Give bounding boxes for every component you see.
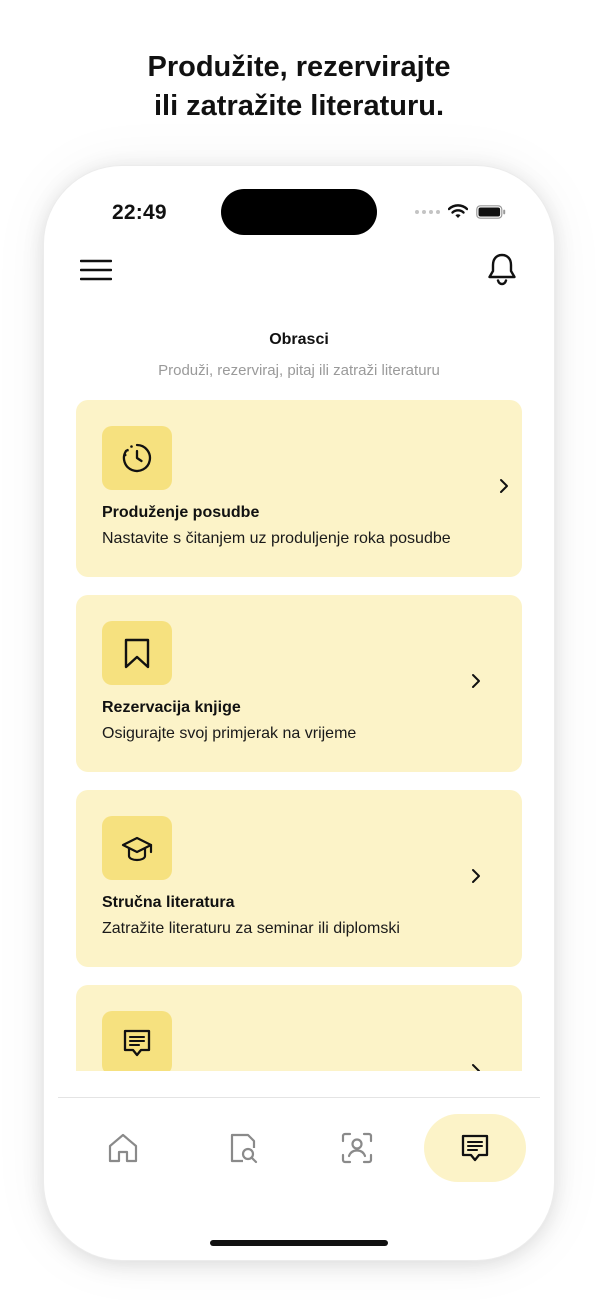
message-icon bbox=[123, 1029, 151, 1057]
notifications-button[interactable] bbox=[486, 252, 518, 286]
promo-headline: Produžite, rezervirajte ili zatražite li… bbox=[0, 48, 598, 126]
tab-forms[interactable] bbox=[424, 1114, 526, 1182]
card-book-reservation[interactable]: Rezervacija knjige Osigurajte svoj primj… bbox=[76, 595, 522, 772]
card-description: Nastavite s čitanjem uz produljenje roka… bbox=[102, 530, 451, 547]
message-icon bbox=[461, 1134, 489, 1162]
tab-scan-id[interactable] bbox=[306, 1114, 408, 1182]
card-icon-box bbox=[102, 621, 172, 685]
card-inquiry[interactable] bbox=[76, 985, 522, 1071]
phone-frame: 22:49 Obrasci Produži, rezerviraj, pitaj… bbox=[44, 166, 554, 1260]
chevron-right-icon bbox=[500, 479, 508, 493]
promo-headline-line-1: Produžite, rezervirajte bbox=[147, 51, 451, 83]
page-title: Obrasci bbox=[269, 331, 329, 348]
graduation-cap-icon bbox=[121, 836, 153, 862]
tab-bar-divider bbox=[58, 1097, 540, 1098]
signal-dots-icon bbox=[415, 209, 440, 214]
scan-person-icon bbox=[341, 1132, 373, 1164]
chevron-right-icon bbox=[472, 1064, 480, 1071]
battery-icon bbox=[476, 204, 506, 219]
status-time: 22:49 bbox=[112, 201, 167, 224]
chevron-right-icon bbox=[472, 674, 480, 688]
tab-home[interactable] bbox=[72, 1114, 174, 1182]
wifi-icon bbox=[448, 204, 468, 218]
card-icon-box bbox=[102, 426, 172, 490]
card-title: Stručna literatura bbox=[102, 894, 235, 911]
home-icon bbox=[108, 1133, 138, 1163]
card-title: Produženje posudbe bbox=[102, 504, 260, 521]
card-description: Zatražite literaturu za seminar ili dipl… bbox=[102, 920, 400, 937]
forms-list[interactable]: Produženje posudbe Nastavite s čitanjem … bbox=[76, 400, 522, 1071]
promo-headline-line-2: ili zatražite literaturu. bbox=[153, 90, 445, 122]
card-icon-box bbox=[102, 816, 172, 880]
document-search-icon bbox=[230, 1133, 258, 1164]
card-icon-box bbox=[102, 1011, 172, 1071]
status-icons bbox=[415, 204, 506, 219]
card-professional-literature[interactable]: Stručna literatura Zatražite literaturu … bbox=[76, 790, 522, 967]
menu-button[interactable] bbox=[79, 256, 113, 284]
card-description: Osigurajte svoj primjerak na vrijeme bbox=[102, 725, 357, 742]
tab-search-catalog[interactable] bbox=[192, 1114, 294, 1182]
card-title: Rezervacija knjige bbox=[102, 699, 241, 716]
hamburger-menu-icon bbox=[79, 259, 113, 281]
bookmark-icon bbox=[124, 638, 150, 669]
page-subtitle: Produži, rezerviraj, pitaj ili zatraži l… bbox=[158, 362, 440, 379]
home-indicator bbox=[210, 1240, 388, 1246]
card-loan-extension[interactable]: Produženje posudbe Nastavite s čitanjem … bbox=[76, 400, 522, 577]
clock-icon bbox=[122, 443, 152, 473]
dynamic-island bbox=[221, 189, 377, 235]
chevron-right-icon bbox=[472, 869, 480, 883]
bell-icon bbox=[488, 253, 516, 286]
